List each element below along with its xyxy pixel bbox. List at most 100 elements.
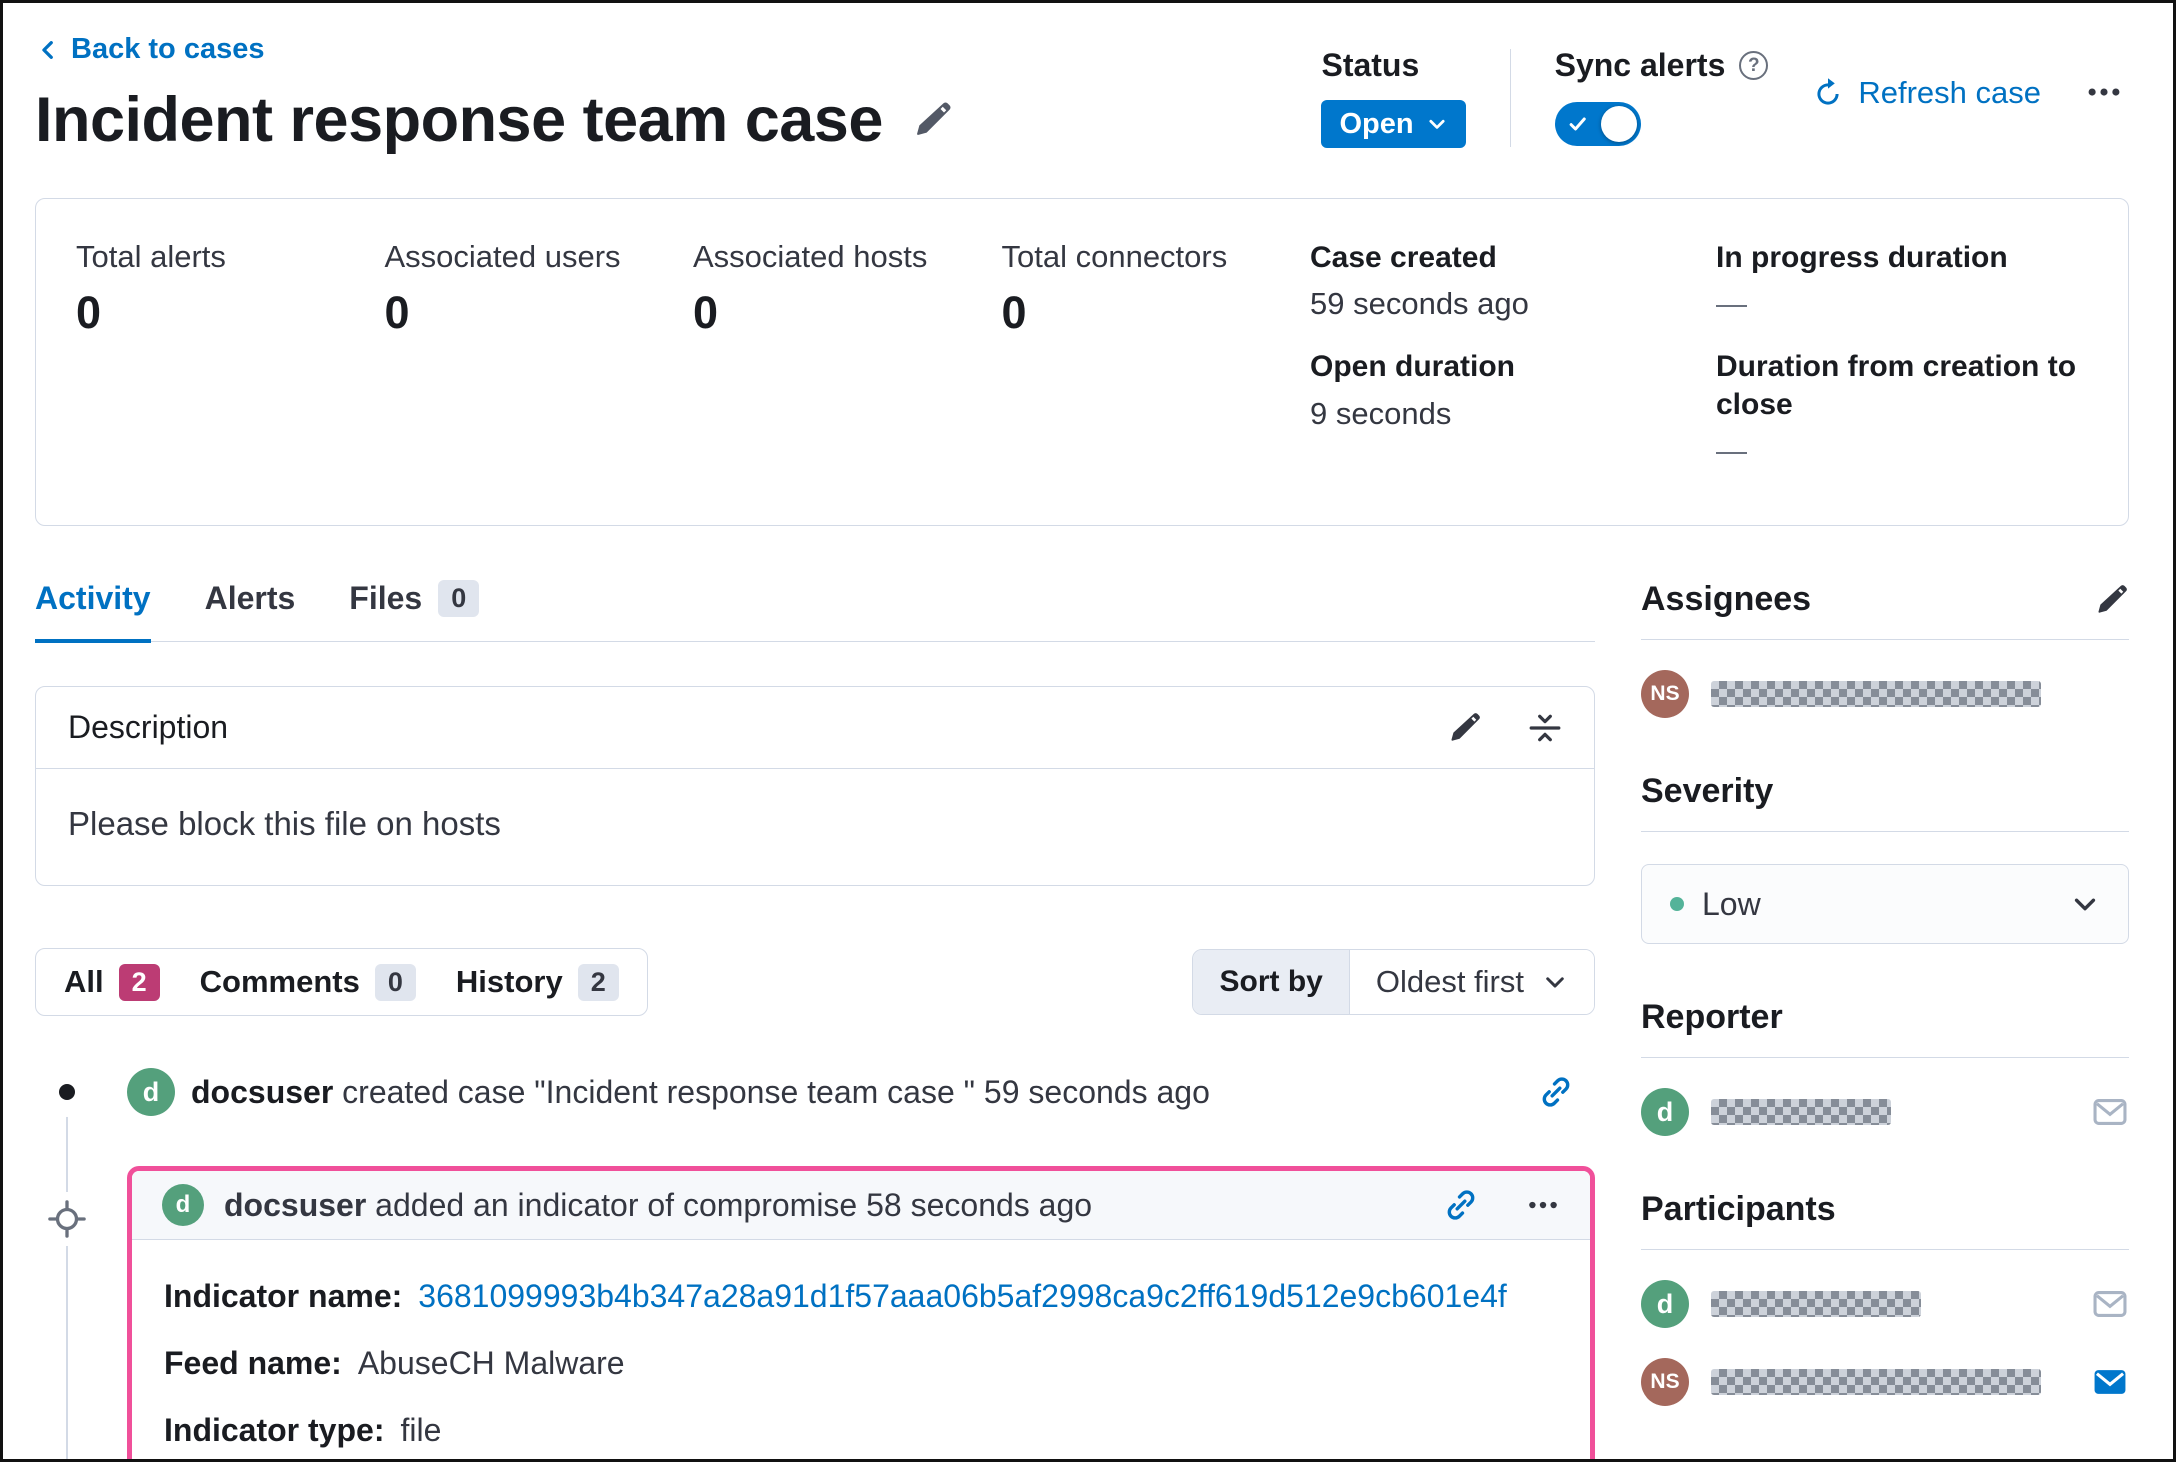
avatar: d bbox=[1641, 1280, 1689, 1328]
refresh-icon bbox=[1812, 77, 1844, 109]
tab-activity[interactable]: Activity bbox=[35, 580, 151, 643]
metric-label: Total alerts bbox=[76, 238, 226, 274]
filter-comments[interactable]: Comments 0 bbox=[200, 963, 416, 1001]
reporter-row: d bbox=[1641, 1088, 2129, 1136]
detail-value-creation-to-close: — bbox=[1716, 433, 1747, 468]
activity-timeline: d docsuser created case "Incident respon… bbox=[35, 1060, 1595, 1459]
status-value: Open bbox=[1339, 107, 1414, 140]
header-divider bbox=[1509, 49, 1511, 147]
detail-label-creation-to-close: Duration from creation to close bbox=[1716, 350, 2077, 421]
link-icon[interactable] bbox=[1444, 1188, 1478, 1222]
sort-value: Oldest first bbox=[1375, 964, 1524, 999]
edit-description-pencil-icon[interactable] bbox=[1448, 711, 1482, 745]
filter-all-label: All bbox=[64, 964, 104, 999]
event-user: docsuser bbox=[191, 1073, 334, 1110]
severity-section: Severity Low bbox=[1641, 772, 2129, 944]
severity-title: Severity bbox=[1641, 772, 1774, 810]
mail-icon[interactable] bbox=[2091, 1285, 2129, 1323]
status-dropdown-button[interactable]: Open bbox=[1321, 100, 1466, 148]
timeline-dot-marker bbox=[42, 1067, 92, 1117]
sync-alerts-block: Sync alerts ? bbox=[1554, 47, 1769, 146]
chevron-down-icon bbox=[1542, 969, 1568, 995]
metric-value: 0 bbox=[1001, 286, 1027, 338]
indicator-details: Indicator name: 3681099993b4b347a28a91d1… bbox=[132, 1240, 1590, 1459]
participants-title: Participants bbox=[1641, 1190, 1836, 1228]
case-summary-panel: Total alerts 0 Associated users 0 Associ… bbox=[35, 197, 2129, 526]
description-title: Description bbox=[68, 709, 229, 745]
avatar: d bbox=[162, 1184, 204, 1226]
metric-value: 0 bbox=[76, 286, 102, 338]
field-label: Feed name: bbox=[164, 1345, 342, 1381]
filter-history-count-badge: 2 bbox=[577, 963, 619, 1001]
collapse-description-icon[interactable] bbox=[1528, 711, 1562, 745]
status-label: Status bbox=[1321, 47, 1420, 83]
redacted-name bbox=[1711, 681, 2041, 707]
field-label: Indicator type: bbox=[164, 1412, 385, 1448]
avatar: NS bbox=[1641, 1358, 1689, 1406]
timeline-line bbox=[66, 1088, 68, 1459]
tab-files[interactable]: Files 0 bbox=[349, 580, 480, 643]
help-icon[interactable]: ? bbox=[1739, 51, 1769, 80]
severity-select[interactable]: Low bbox=[1641, 864, 2129, 944]
link-icon[interactable] bbox=[1539, 1075, 1573, 1109]
edit-assignees-pencil-icon[interactable] bbox=[2095, 583, 2129, 617]
metric-total-connectors: Total connectors 0 bbox=[1002, 239, 1311, 496]
tab-activity-label: Activity bbox=[35, 580, 151, 616]
filter-comments-count-badge: 0 bbox=[374, 963, 416, 1001]
comment-more-icon[interactable] bbox=[1526, 1188, 1560, 1222]
refresh-case-label: Refresh case bbox=[1858, 75, 2041, 110]
metric-associated-users: Associated users 0 bbox=[385, 239, 694, 496]
back-to-cases-label: Back to cases bbox=[71, 33, 265, 65]
metric-value: 0 bbox=[384, 286, 410, 338]
edit-title-pencil-icon[interactable] bbox=[913, 100, 953, 140]
comment-header: d docsuser added an indicator of comprom… bbox=[132, 1171, 1590, 1240]
severity-low-dot-icon bbox=[1670, 897, 1684, 911]
chevron-down-icon bbox=[2070, 889, 2100, 919]
event-text: created case "Incident response team cas… bbox=[342, 1073, 1210, 1110]
mail-icon[interactable] bbox=[2091, 1093, 2129, 1131]
description-body: Please block this file on hosts bbox=[68, 805, 501, 842]
page-title: Incident response team case bbox=[35, 84, 883, 155]
participant-row: d bbox=[1641, 1280, 2129, 1328]
event-user: docsuser bbox=[224, 1186, 367, 1223]
metric-associated-hosts: Associated hosts 0 bbox=[693, 239, 1002, 496]
case-actions-more-icon[interactable] bbox=[2085, 73, 2123, 111]
sync-alerts-toggle[interactable] bbox=[1554, 102, 1641, 146]
filter-all-count-badge: 2 bbox=[118, 963, 160, 1001]
detail-value-in-progress: — bbox=[1716, 286, 1747, 321]
avatar: d bbox=[1641, 1088, 1689, 1136]
case-sidebar: Assignees NS Severity Low Reporter d Par… bbox=[1641, 580, 2129, 1459]
mail-filled-icon[interactable] bbox=[2091, 1363, 2129, 1401]
case-tabs: Activity Alerts Files 0 bbox=[35, 580, 1595, 643]
tab-alerts[interactable]: Alerts bbox=[205, 580, 296, 643]
redacted-name bbox=[1711, 1369, 2041, 1395]
check-icon bbox=[1568, 114, 1588, 134]
metric-total-alerts: Total alerts 0 bbox=[76, 239, 385, 496]
assignees-title: Assignees bbox=[1641, 580, 1812, 618]
highlighted-comment: d docsuser added an indicator of comprom… bbox=[127, 1166, 1595, 1459]
detail-label-case-created: Case created bbox=[1310, 240, 1497, 274]
avatar: d bbox=[127, 1068, 175, 1116]
assignee-row: NS bbox=[1641, 670, 2129, 718]
chevron-down-icon bbox=[1426, 113, 1448, 135]
filter-history[interactable]: History 2 bbox=[456, 963, 619, 1001]
detail-value-open-duration: 9 seconds bbox=[1310, 395, 1452, 431]
indicator-name-link[interactable]: 3681099993b4b347a28a91d1f57aaa06b5af2998… bbox=[418, 1278, 1507, 1315]
field-value: file bbox=[400, 1412, 442, 1448]
files-count-badge: 0 bbox=[438, 580, 480, 617]
tab-alerts-label: Alerts bbox=[204, 580, 296, 616]
toggle-knob bbox=[1600, 106, 1637, 142]
back-to-cases-link[interactable]: Back to cases bbox=[35, 33, 264, 66]
indicator-type-row: Indicator type: file bbox=[164, 1412, 1558, 1449]
refresh-case-button[interactable]: Refresh case bbox=[1812, 75, 2041, 111]
participant-row: NS bbox=[1641, 1358, 2129, 1406]
filter-all[interactable]: All 2 bbox=[64, 963, 160, 1001]
metric-label: Associated hosts bbox=[693, 238, 928, 274]
chevron-left-icon bbox=[35, 37, 61, 63]
metric-label: Associated users bbox=[384, 238, 621, 274]
timeline-indicator-marker-icon bbox=[40, 1192, 94, 1246]
sort-control[interactable]: Sort by Oldest first bbox=[1192, 949, 1595, 1015]
status-block: Status Open bbox=[1321, 47, 1466, 148]
detail-value-case-created: 59 seconds ago bbox=[1310, 286, 1529, 321]
sort-by-label: Sort by bbox=[1193, 950, 1350, 1014]
